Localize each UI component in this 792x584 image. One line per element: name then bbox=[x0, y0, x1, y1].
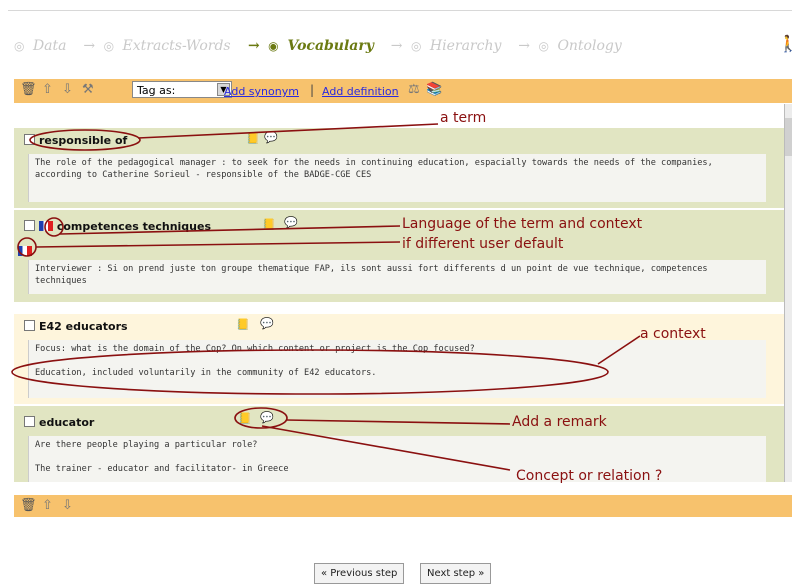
language-pointer bbox=[59, 225, 401, 235]
annotation-a-context: a context bbox=[640, 326, 706, 342]
annotation-add-remark: Add a remark bbox=[512, 414, 607, 430]
annotation-language: Language of the term and context bbox=[402, 216, 643, 232]
annotation-language-2: if different user default bbox=[402, 236, 564, 252]
annotation-a-term: a term bbox=[440, 110, 487, 126]
annotation-overlay bbox=[11, 123, 641, 471]
remark-pointer bbox=[285, 419, 511, 425]
term-ellipse bbox=[29, 129, 141, 151]
term-pointer bbox=[137, 123, 439, 139]
context-ellipse bbox=[11, 349, 609, 395]
icons-ellipse bbox=[234, 407, 288, 429]
language-pointer bbox=[35, 241, 401, 248]
annotation-concept-relation: Concept or relation ? bbox=[516, 468, 663, 484]
context-pointer bbox=[597, 335, 641, 365]
concept-pointer bbox=[261, 425, 511, 471]
flag-circle bbox=[17, 237, 37, 257]
